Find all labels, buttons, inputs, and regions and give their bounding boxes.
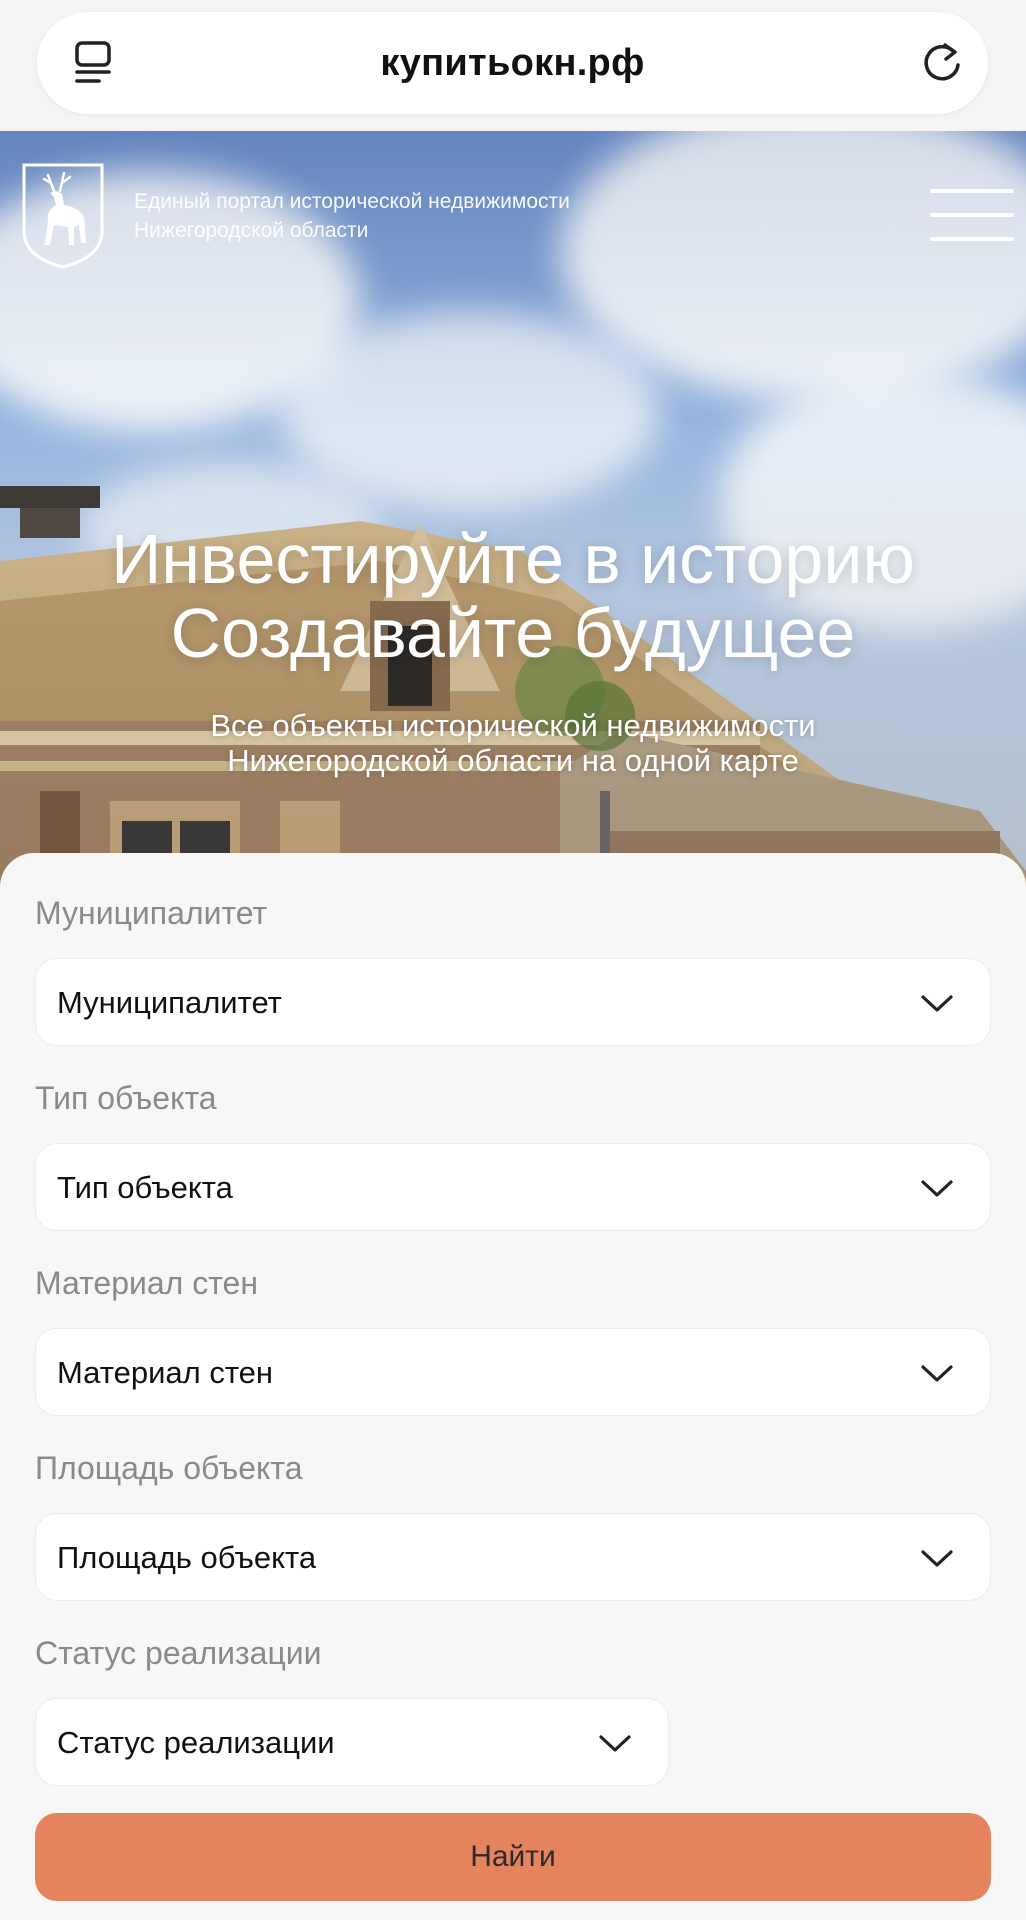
wall-material-select[interactable]: Материал стен: [35, 1328, 991, 1416]
hero-subtitle-line2: Нижегородской области на одной карте: [227, 743, 799, 778]
hero-banner: Единый портал исторической недвижимости …: [0, 131, 1026, 891]
wall-material-label: Материал стен: [35, 1265, 258, 1301]
status-label: Статус реализации: [35, 1635, 322, 1671]
chevron-down-icon: [921, 1365, 953, 1382]
area-label: Площадь объекта: [35, 1450, 303, 1486]
status-select[interactable]: Статус реализации: [35, 1698, 669, 1786]
hamburger-menu-icon[interactable]: [930, 189, 1014, 245]
hero-subtitle-line1: Все объекты исторической недвижимости: [210, 708, 816, 743]
browser-toolbar: купитьокн.рф: [0, 0, 1026, 131]
wall-material-value: Материал стен: [57, 1355, 274, 1390]
address-bar[interactable]: купитьокн.рф: [37, 12, 988, 114]
tabs-icon[interactable]: [67, 37, 119, 89]
area-value: Площадь объекта: [57, 1540, 317, 1575]
find-button[interactable]: Найти: [35, 1813, 991, 1901]
portal-name-line2: Нижегородской области: [134, 219, 369, 242]
page: купитьокн.рф Единый портал исторической …: [0, 0, 1026, 1920]
hero-title-line2: Создавайте будущее: [170, 594, 856, 672]
municipality-label: Муниципалитет: [35, 895, 268, 931]
municipality-select[interactable]: Муниципалитет: [35, 958, 991, 1046]
object-type-label: Тип объекта: [35, 1080, 217, 1116]
reload-icon[interactable]: [916, 37, 968, 89]
object-type-value: Тип объекта: [57, 1170, 233, 1205]
hero-title-line1: Инвестируйте в историю: [111, 520, 915, 598]
municipality-value: Муниципалитет: [57, 985, 282, 1020]
area-select[interactable]: Площадь объекта: [35, 1513, 991, 1601]
chevron-down-icon: [921, 1550, 953, 1567]
portal-name: Единый портал исторической недвижимости …: [134, 187, 654, 245]
chevron-down-icon: [921, 995, 953, 1012]
object-type-select[interactable]: Тип объекта: [35, 1143, 991, 1231]
portal-name-line1: Единый портал исторической недвижимости: [134, 190, 570, 213]
chevron-down-icon: [599, 1735, 631, 1752]
url-text[interactable]: купитьокн.рф: [157, 12, 868, 114]
deer-coat-of-arms-icon[interactable]: [20, 161, 106, 271]
status-value: Статус реализации: [57, 1725, 335, 1760]
chevron-down-icon: [921, 1180, 953, 1197]
